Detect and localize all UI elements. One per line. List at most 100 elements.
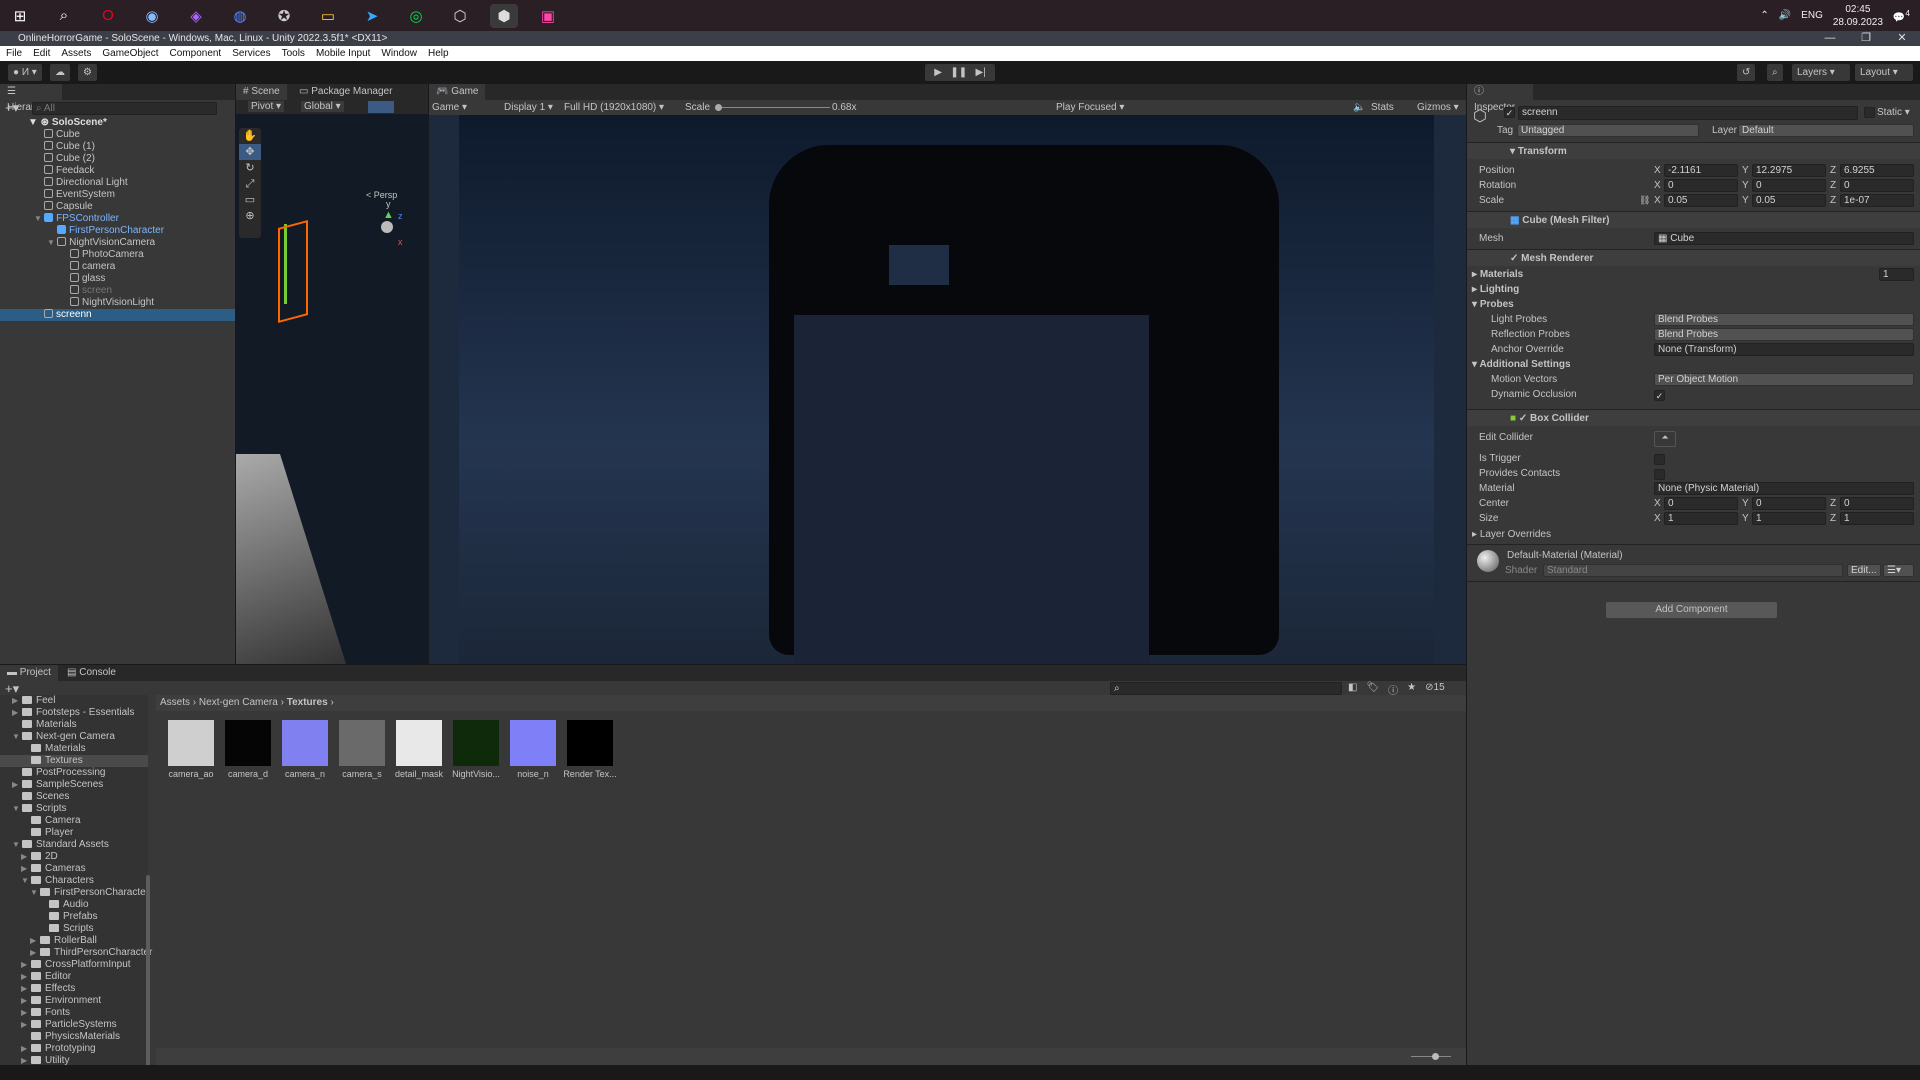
icon-size-slider[interactable] bbox=[1411, 1056, 1451, 1057]
menu-help[interactable]: Help bbox=[428, 46, 449, 61]
constrain-proportions-icon[interactable]: ⛓ bbox=[1639, 194, 1650, 207]
unity-hub-icon[interactable]: ⬡ bbox=[446, 4, 474, 28]
static-checkbox[interactable] bbox=[1864, 107, 1875, 118]
asset-label[interactable]: camera_n bbox=[275, 769, 335, 779]
windows-icon[interactable]: ⊞ bbox=[6, 4, 34, 28]
discord-icon[interactable]: ◍ bbox=[226, 4, 254, 28]
folder-item[interactable]: ▶ ParticleSystems bbox=[0, 1019, 148, 1031]
folder-item[interactable]: PostProcessing bbox=[0, 767, 148, 779]
rotation-x-field[interactable]: 0 bbox=[1664, 179, 1738, 192]
folder-item[interactable]: ▶ RollerBall bbox=[0, 935, 148, 947]
menu-services[interactable]: Services bbox=[232, 46, 270, 61]
size-x-field[interactable]: 1 bbox=[1664, 512, 1738, 525]
size-z-field[interactable]: 1 bbox=[1840, 512, 1914, 525]
hierarchy-item[interactable]: Feedack bbox=[0, 165, 235, 177]
scale-x-field[interactable]: 0.05 bbox=[1664, 194, 1738, 207]
center-y-field[interactable]: 0 bbox=[1752, 497, 1826, 510]
breadcrumb-textures[interactable]: Textures bbox=[287, 697, 328, 708]
hierarchy-item[interactable]: ▼ NightVisionCamera bbox=[0, 237, 235, 249]
unity-icon[interactable]: ⬢ bbox=[490, 3, 518, 28]
light-probes-dropdown[interactable]: Blend Probes bbox=[1654, 313, 1914, 326]
telegram-icon[interactable]: ➤ bbox=[358, 4, 386, 28]
step-button[interactable]: ▶| bbox=[975, 64, 985, 81]
hierarchy-item[interactable]: NightVisionLight bbox=[0, 297, 235, 309]
search-icon[interactable]: ⌕ bbox=[50, 4, 78, 28]
folder-item[interactable]: ▶ 2D bbox=[0, 851, 148, 863]
asset-label[interactable]: camera_s bbox=[332, 769, 392, 779]
hierarchy-item[interactable]: PhotoCamera bbox=[0, 249, 235, 261]
tab-game[interactable]: 🎮 Game bbox=[429, 84, 486, 100]
folder-item[interactable]: ▶ Environment bbox=[0, 995, 148, 1007]
mesh-renderer-header[interactable]: ✓ Mesh Renderer bbox=[1467, 249, 1920, 266]
rotate-tool-icon[interactable]: ↻ bbox=[239, 160, 261, 176]
hierarchy-item[interactable]: Cube bbox=[0, 129, 235, 141]
asset-label[interactable]: camera_d bbox=[218, 769, 278, 779]
hierarchy-item[interactable]: FirstPersonCharacter bbox=[0, 225, 235, 237]
position-y-field[interactable]: 12.2975 bbox=[1752, 164, 1826, 177]
mesh-filter-header[interactable]: ▦ Cube (Mesh Filter) bbox=[1467, 211, 1920, 228]
asset-thumbnail[interactable] bbox=[168, 720, 214, 766]
asset-label[interactable]: NightVisio... bbox=[446, 769, 506, 779]
menu-mobile-input[interactable]: Mobile Input bbox=[316, 46, 370, 61]
box-collider-header[interactable]: ■ ✓ Box Collider bbox=[1467, 409, 1920, 426]
pivot-dropdown[interactable]: Pivot ▾ bbox=[248, 101, 285, 112]
folder-item[interactable]: ▼ FirstPersonCharacter bbox=[0, 887, 149, 899]
lighting-foldout[interactable]: ▸ Lighting bbox=[1472, 283, 1519, 296]
object-name-field[interactable]: screenn bbox=[1518, 106, 1858, 120]
folder-item[interactable]: ▶ Feel bbox=[0, 695, 148, 707]
folder-item[interactable]: Scripts bbox=[0, 923, 148, 935]
menu-component[interactable]: Component bbox=[170, 46, 222, 61]
display-dropdown[interactable]: Display 1 ▾ bbox=[504, 100, 553, 115]
tab-scene[interactable]: # Scene bbox=[236, 84, 287, 100]
maximize-button[interactable]: ❐ bbox=[1848, 31, 1884, 46]
chevron-up-icon[interactable]: ⌃ bbox=[1760, 10, 1768, 21]
menu-assets[interactable]: Assets bbox=[61, 46, 91, 61]
rotation-y-field[interactable]: 0 bbox=[1752, 179, 1826, 192]
add-component-button[interactable]: Add Component bbox=[1606, 602, 1777, 618]
hierarchy-search[interactable]: ⌕ All bbox=[32, 102, 217, 115]
asset-thumbnail[interactable] bbox=[453, 720, 499, 766]
perspective-label[interactable]: < Persp bbox=[366, 190, 397, 200]
hierarchy-item[interactable]: screen bbox=[0, 285, 235, 297]
folder-item[interactable]: Materials bbox=[0, 719, 148, 731]
folder-item[interactable]: ▶ Effects bbox=[0, 983, 148, 995]
asset-label[interactable]: camera_ao bbox=[161, 769, 221, 779]
history-icon[interactable]: ↺ bbox=[1737, 64, 1756, 81]
hierarchy-item[interactable]: Capsule bbox=[0, 201, 235, 213]
scale-slider[interactable] bbox=[715, 107, 830, 108]
folder-item[interactable]: Materials bbox=[0, 743, 148, 755]
volume-icon[interactable]: 🔊 bbox=[1779, 10, 1791, 21]
close-button[interactable]: ✕ bbox=[1884, 31, 1920, 46]
steam-icon[interactable]: ◉ bbox=[138, 4, 166, 28]
shader-options-dropdown[interactable]: ☰▾ bbox=[1883, 564, 1914, 577]
stats-toggle[interactable]: Stats bbox=[1371, 100, 1394, 115]
folder-item[interactable]: ▶ CrossPlatformInput bbox=[0, 959, 148, 971]
shader-dropdown[interactable]: Standard bbox=[1543, 564, 1843, 577]
anchor-override-field[interactable]: None (Transform) bbox=[1654, 343, 1914, 356]
hierarchy-item[interactable]: EventSystem bbox=[0, 189, 235, 201]
tree-scrollbar[interactable] bbox=[146, 875, 150, 1075]
clock[interactable]: 02:45 28.09.2023 bbox=[1833, 3, 1883, 29]
layers-dropdown[interactable]: Layers ▾ bbox=[1792, 64, 1850, 81]
account-button[interactable]: ● И ▾ bbox=[8, 64, 42, 81]
folder-item[interactable]: ▶ Editor bbox=[0, 971, 148, 983]
folder-item[interactable]: Camera bbox=[0, 815, 148, 827]
center-z-field[interactable]: 0 bbox=[1840, 497, 1914, 510]
xbox-icon[interactable]: ✪ bbox=[270, 4, 298, 28]
folder-item[interactable]: ▶ ThirdPersonCharacter bbox=[0, 947, 152, 959]
transform-header[interactable]: ▾ Transform bbox=[1467, 142, 1920, 159]
asset-thumbnail[interactable] bbox=[339, 720, 385, 766]
search-icon[interactable]: ⌕ bbox=[1767, 64, 1783, 81]
hierarchy-item[interactable]: Directional Light bbox=[0, 177, 235, 189]
hierarchy-item[interactable]: screenn bbox=[0, 309, 235, 321]
folder-item[interactable]: PhysicsMaterials bbox=[0, 1031, 148, 1043]
additional-settings-foldout[interactable]: ▾ Additional Settings bbox=[1472, 358, 1571, 371]
tag-dropdown[interactable]: Untagged bbox=[1517, 124, 1699, 137]
project-search[interactable]: ⌕ bbox=[1110, 682, 1342, 695]
asset-label[interactable]: detail_mask bbox=[389, 769, 449, 779]
size-y-field[interactable]: 1 bbox=[1752, 512, 1826, 525]
minimize-button[interactable]: — bbox=[1812, 31, 1848, 46]
hierarchy-item[interactable]: Cube (1) bbox=[0, 141, 235, 153]
mesh-field[interactable]: ▦ Cube bbox=[1654, 232, 1914, 245]
global-dropdown[interactable]: Global ▾ bbox=[301, 101, 344, 112]
